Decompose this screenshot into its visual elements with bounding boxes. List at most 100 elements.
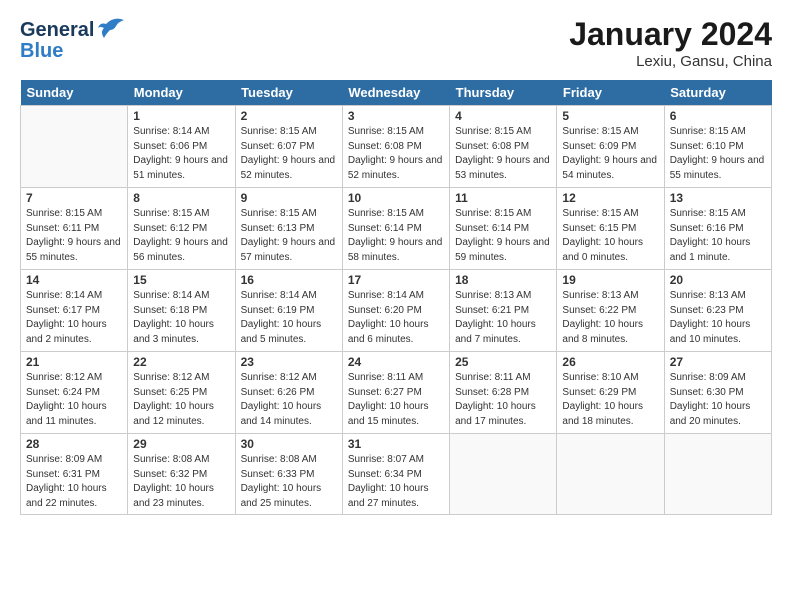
day-number: 21: [26, 355, 122, 369]
calendar-cell: 26 Sunrise: 8:10 AMSunset: 6:29 PMDaylig…: [557, 352, 664, 434]
day-number: 29: [133, 437, 229, 451]
day-number: 15: [133, 273, 229, 287]
day-info: Sunrise: 8:14 AMSunset: 6:20 PMDaylight:…: [348, 290, 429, 345]
day-number: 25: [455, 355, 551, 369]
day-number: 4: [455, 109, 551, 123]
calendar-cell: [21, 106, 128, 188]
page: General Blue January 2024 Lexiu, Gansu, …: [0, 0, 792, 612]
calendar-cell: 4 Sunrise: 8:15 AMSunset: 6:08 PMDayligh…: [450, 106, 557, 188]
day-number: 11: [455, 191, 551, 205]
calendar-cell: 31 Sunrise: 8:07 AMSunset: 6:34 PMDaylig…: [342, 434, 449, 515]
location: Lexiu, Gansu, China: [569, 53, 772, 70]
day-info: Sunrise: 8:14 AMSunset: 6:17 PMDaylight:…: [26, 290, 107, 345]
calendar-cell: 24 Sunrise: 8:11 AMSunset: 6:27 PMDaylig…: [342, 352, 449, 434]
calendar-cell: 14 Sunrise: 8:14 AMSunset: 6:17 PMDaylig…: [21, 270, 128, 352]
day-info: Sunrise: 8:15 AMSunset: 6:08 PMDaylight:…: [348, 126, 443, 181]
weekday-header-saturday: Saturday: [664, 80, 771, 106]
calendar-cell: 17 Sunrise: 8:14 AMSunset: 6:20 PMDaylig…: [342, 270, 449, 352]
day-number: 17: [348, 273, 444, 287]
calendar-cell: 13 Sunrise: 8:15 AMSunset: 6:16 PMDaylig…: [664, 188, 771, 270]
day-info: Sunrise: 8:09 AMSunset: 6:31 PMDaylight:…: [26, 454, 107, 509]
calendar-cell: 15 Sunrise: 8:14 AMSunset: 6:18 PMDaylig…: [128, 270, 235, 352]
calendar-cell: 12 Sunrise: 8:15 AMSunset: 6:15 PMDaylig…: [557, 188, 664, 270]
calendar-cell: [557, 434, 664, 515]
calendar-cell: 16 Sunrise: 8:14 AMSunset: 6:19 PMDaylig…: [235, 270, 342, 352]
day-info: Sunrise: 8:12 AMSunset: 6:24 PMDaylight:…: [26, 372, 107, 427]
day-info: Sunrise: 8:15 AMSunset: 6:12 PMDaylight:…: [133, 208, 228, 263]
day-info: Sunrise: 8:15 AMSunset: 6:09 PMDaylight:…: [562, 126, 657, 181]
day-info: Sunrise: 8:07 AMSunset: 6:34 PMDaylight:…: [348, 454, 429, 509]
calendar-cell: [450, 434, 557, 515]
calendar-cell: 7 Sunrise: 8:15 AMSunset: 6:11 PMDayligh…: [21, 188, 128, 270]
day-number: 23: [241, 355, 337, 369]
calendar-cell: 23 Sunrise: 8:12 AMSunset: 6:26 PMDaylig…: [235, 352, 342, 434]
day-number: 20: [670, 273, 766, 287]
calendar-table: SundayMondayTuesdayWednesdayThursdayFrid…: [20, 80, 772, 515]
calendar-cell: [664, 434, 771, 515]
day-number: 28: [26, 437, 122, 451]
day-info: Sunrise: 8:15 AMSunset: 6:13 PMDaylight:…: [241, 208, 336, 263]
logo-bird-icon: [96, 16, 126, 42]
day-info: Sunrise: 8:15 AMSunset: 6:08 PMDaylight:…: [455, 126, 550, 181]
weekday-header-wednesday: Wednesday: [342, 80, 449, 106]
day-number: 8: [133, 191, 229, 205]
calendar-cell: 22 Sunrise: 8:12 AMSunset: 6:25 PMDaylig…: [128, 352, 235, 434]
day-number: 30: [241, 437, 337, 451]
calendar-cell: 27 Sunrise: 8:09 AMSunset: 6:30 PMDaylig…: [664, 352, 771, 434]
day-number: 1: [133, 109, 229, 123]
calendar-cell: 19 Sunrise: 8:13 AMSunset: 6:22 PMDaylig…: [557, 270, 664, 352]
calendar-cell: 11 Sunrise: 8:15 AMSunset: 6:14 PMDaylig…: [450, 188, 557, 270]
day-info: Sunrise: 8:14 AMSunset: 6:19 PMDaylight:…: [241, 290, 322, 345]
day-info: Sunrise: 8:13 AMSunset: 6:21 PMDaylight:…: [455, 290, 536, 345]
calendar-cell: 20 Sunrise: 8:13 AMSunset: 6:23 PMDaylig…: [664, 270, 771, 352]
day-number: 14: [26, 273, 122, 287]
day-info: Sunrise: 8:11 AMSunset: 6:28 PMDaylight:…: [455, 372, 536, 427]
day-info: Sunrise: 8:08 AMSunset: 6:33 PMDaylight:…: [241, 454, 322, 509]
weekday-header-friday: Friday: [557, 80, 664, 106]
day-number: 9: [241, 191, 337, 205]
calendar-cell: 29 Sunrise: 8:08 AMSunset: 6:32 PMDaylig…: [128, 434, 235, 515]
day-info: Sunrise: 8:12 AMSunset: 6:25 PMDaylight:…: [133, 372, 214, 427]
day-info: Sunrise: 8:08 AMSunset: 6:32 PMDaylight:…: [133, 454, 214, 509]
day-number: 13: [670, 191, 766, 205]
day-info: Sunrise: 8:12 AMSunset: 6:26 PMDaylight:…: [241, 372, 322, 427]
day-info: Sunrise: 8:11 AMSunset: 6:27 PMDaylight:…: [348, 372, 429, 427]
day-number: 7: [26, 191, 122, 205]
day-number: 27: [670, 355, 766, 369]
weekday-header-thursday: Thursday: [450, 80, 557, 106]
day-number: 6: [670, 109, 766, 123]
day-number: 10: [348, 191, 444, 205]
title-block: January 2024 Lexiu, Gansu, China: [569, 16, 772, 70]
calendar-cell: 2 Sunrise: 8:15 AMSunset: 6:07 PMDayligh…: [235, 106, 342, 188]
calendar-cell: 1 Sunrise: 8:14 AMSunset: 6:06 PMDayligh…: [128, 106, 235, 188]
day-number: 24: [348, 355, 444, 369]
weekday-header-monday: Monday: [128, 80, 235, 106]
day-info: Sunrise: 8:14 AMSunset: 6:06 PMDaylight:…: [133, 126, 228, 181]
calendar-cell: 3 Sunrise: 8:15 AMSunset: 6:08 PMDayligh…: [342, 106, 449, 188]
calendar-cell: 10 Sunrise: 8:15 AMSunset: 6:14 PMDaylig…: [342, 188, 449, 270]
calendar-cell: 9 Sunrise: 8:15 AMSunset: 6:13 PMDayligh…: [235, 188, 342, 270]
calendar-cell: 21 Sunrise: 8:12 AMSunset: 6:24 PMDaylig…: [21, 352, 128, 434]
day-info: Sunrise: 8:15 AMSunset: 6:16 PMDaylight:…: [670, 208, 751, 263]
calendar-cell: 28 Sunrise: 8:09 AMSunset: 6:31 PMDaylig…: [21, 434, 128, 515]
day-number: 12: [562, 191, 658, 205]
calendar-cell: 18 Sunrise: 8:13 AMSunset: 6:21 PMDaylig…: [450, 270, 557, 352]
logo-text: General: [20, 19, 94, 42]
day-number: 18: [455, 273, 551, 287]
calendar-cell: 5 Sunrise: 8:15 AMSunset: 6:09 PMDayligh…: [557, 106, 664, 188]
day-info: Sunrise: 8:09 AMSunset: 6:30 PMDaylight:…: [670, 372, 751, 427]
day-info: Sunrise: 8:15 AMSunset: 6:07 PMDaylight:…: [241, 126, 336, 181]
day-info: Sunrise: 8:14 AMSunset: 6:18 PMDaylight:…: [133, 290, 214, 345]
logo: General Blue: [20, 16, 126, 63]
day-info: Sunrise: 8:15 AMSunset: 6:15 PMDaylight:…: [562, 208, 643, 263]
day-info: Sunrise: 8:15 AMSunset: 6:10 PMDaylight:…: [670, 126, 765, 181]
day-number: 22: [133, 355, 229, 369]
day-number: 19: [562, 273, 658, 287]
header: General Blue January 2024 Lexiu, Gansu, …: [20, 16, 772, 70]
day-info: Sunrise: 8:15 AMSunset: 6:14 PMDaylight:…: [348, 208, 443, 263]
logo-blue: Blue: [20, 40, 126, 63]
day-info: Sunrise: 8:13 AMSunset: 6:22 PMDaylight:…: [562, 290, 643, 345]
day-number: 3: [348, 109, 444, 123]
day-info: Sunrise: 8:13 AMSunset: 6:23 PMDaylight:…: [670, 290, 751, 345]
day-info: Sunrise: 8:10 AMSunset: 6:29 PMDaylight:…: [562, 372, 643, 427]
